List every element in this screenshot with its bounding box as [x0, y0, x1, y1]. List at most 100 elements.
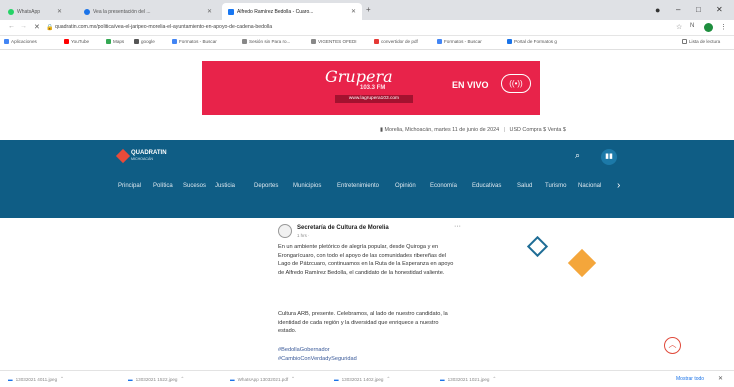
new-tab-button[interactable]: +	[366, 5, 371, 14]
close-window-button[interactable]: ✕	[716, 5, 723, 14]
nav-item[interactable]: Justicia	[215, 183, 235, 189]
bookmark-label: Formatos - Buscar	[179, 39, 217, 44]
banner-freq: 103.3 FM	[360, 85, 386, 91]
pdf-icon	[374, 39, 379, 44]
banner-url: www.lagrupera103.com	[335, 95, 413, 103]
tab-label: Vea la presentación del ...	[93, 8, 151, 15]
apps-icon	[4, 39, 9, 44]
grid-icon	[507, 39, 512, 44]
post-hashtags[interactable]: #BedollaGobernador #CambioConVerdadySegu…	[278, 346, 458, 363]
maps-icon	[106, 39, 111, 44]
bookmark-item[interactable]: YouTube	[64, 39, 89, 44]
radio-ad-banner[interactable]: Grupera 103.3 FM www.lagrupera103.com EN…	[202, 61, 540, 115]
close-icon[interactable]: ✕	[351, 8, 356, 15]
tab-label: Alfredo Ramírez Bedolla - Cuaro...	[237, 8, 314, 15]
download-filename: 13032021 1402.jpeg	[341, 376, 384, 382]
tab-alfredo[interactable]: Alfredo Ramírez Bedolla - Cuaro... ✕	[222, 3, 362, 20]
bookmark-item[interactable]: google	[134, 39, 155, 44]
back-button[interactable]: ←	[8, 23, 15, 30]
close-icon[interactable]: ✕	[718, 375, 723, 382]
download-item[interactable]: ▬ 13032021 1522.jpeg ⌃	[128, 376, 184, 382]
bookmark-label: Sesión sin Para ro...	[249, 39, 291, 44]
reading-list-icon	[682, 39, 687, 44]
nav-item[interactable]: Salud	[517, 183, 532, 189]
google-g-icon	[172, 39, 177, 44]
bookmark-label: Aplicaciones	[11, 39, 37, 44]
download-item[interactable]: ▬ 13032021 1402.jpeg ⌃	[334, 376, 390, 382]
reading-list[interactable]: Lista de lectura	[682, 39, 720, 44]
chevron-up-icon[interactable]: ⌃	[493, 376, 497, 382]
profile-initial[interactable]: N	[690, 23, 694, 29]
bookmark-label: Formatos - Buscar	[444, 39, 482, 44]
nav-item[interactable]: Nacional	[578, 183, 601, 189]
bookmark-item[interactable]: Aplicaciones	[4, 39, 37, 44]
download-filename: 13032021 4011.jpeg	[15, 376, 58, 382]
bookmarks-bar: Aplicaciones YouTube Maps google Formato…	[0, 36, 734, 50]
bookmark-label: convertidor de pdf	[381, 39, 418, 44]
download-item[interactable]: ▬ 13032021 4011.jpeg ⌃	[8, 376, 64, 382]
nav-item[interactable]: Municipios	[293, 183, 321, 189]
url-field[interactable]: quadratin.com.mx/politica/vea-el-jaripeo…	[55, 24, 272, 30]
search-icon[interactable]: ⌕	[575, 150, 580, 161]
bookmark-item[interactable]: Maps	[106, 39, 124, 44]
chevron-right-icon[interactable]: ›	[617, 180, 620, 191]
chevron-up-icon[interactable]: ⌃	[291, 376, 295, 382]
maximize-button[interactable]: □	[696, 5, 701, 14]
nav-item[interactable]: Turismo	[545, 183, 566, 189]
bookmark-item[interactable]: convertidor de pdf	[374, 39, 418, 44]
download-item[interactable]: ▬ 13032021 1021.jpeg ⌃	[440, 376, 496, 382]
more-options-icon[interactable]: ···	[454, 223, 461, 230]
nav-item[interactable]: Economía	[430, 183, 457, 189]
nav-item[interactable]: Política	[153, 183, 173, 189]
close-icon[interactable]: ✕	[207, 8, 212, 15]
site-logo[interactable]: QUADRATIN MICHOACÁN	[115, 148, 167, 164]
bookmark-label: google	[141, 39, 155, 44]
avatar[interactable]	[704, 23, 713, 32]
tab-strip: WhatsApp ✕ Vea la presentación del ... ✕…	[0, 0, 734, 20]
bookmark-item[interactable]: VIGENTES OFEDI	[311, 39, 357, 44]
chevron-up-icon[interactable]: ⌃	[181, 376, 185, 382]
nav-item[interactable]: Educativas	[472, 183, 501, 189]
google-g-icon	[437, 39, 442, 44]
bookmark-item[interactable]: Formatos - Buscar	[172, 39, 217, 44]
nav-item[interactable]: Entretenimiento	[337, 183, 379, 189]
bookmark-item[interactable]: Formatos - Buscar	[437, 39, 482, 44]
bookmark-label: YouTube	[71, 39, 90, 44]
bookmark-item[interactable]: Sesión sin Para ro...	[242, 39, 290, 44]
image-file-icon: ▬	[128, 376, 133, 382]
bookmark-label: Portal de Formatos g	[514, 39, 557, 44]
close-icon[interactable]: ✕	[57, 8, 62, 15]
show-all-downloads-link[interactable]: Mostrar todo	[676, 376, 704, 382]
chevron-up-icon[interactable]: ⌃	[60, 376, 64, 382]
menu-toggle-icon[interactable]: ▮▮	[601, 149, 617, 165]
minimize-button[interactable]: –	[676, 5, 680, 14]
post-author[interactable]: Secretaría de Cultura de Morelia	[297, 225, 389, 231]
nav-item[interactable]: Principal	[118, 183, 141, 189]
site-nav: Principal Política Sucesos Justicia Depo…	[0, 176, 734, 198]
reload-button[interactable]: ✕	[34, 23, 40, 31]
chevron-up-icon[interactable]: ⌃	[387, 376, 391, 382]
bookmark-label: VIGENTES OFEDI	[318, 39, 357, 44]
nav-item[interactable]: Sucesos	[183, 183, 206, 189]
pin-icon	[242, 39, 247, 44]
image-file-icon: ▬	[440, 376, 445, 382]
download-filename: 13032021 1522.jpeg	[135, 376, 178, 382]
bookmark-item[interactable]: Portal de Formatos g	[507, 39, 557, 44]
logo-mark-icon	[115, 148, 131, 164]
date-currency-line: ▮ Morelia, Michoacán, martes 11 de junio…	[380, 127, 566, 133]
download-item[interactable]: ▬ WhatsApp 13032021.pdf ⌃	[230, 376, 295, 382]
download-filename: 13032021 1021.jpeg	[447, 376, 490, 382]
banner-brand: Grupera	[325, 67, 393, 86]
forward-button[interactable]: →	[20, 23, 27, 30]
avatar[interactable]	[278, 224, 292, 238]
nav-item[interactable]: Deportes	[254, 183, 278, 189]
tab-vea[interactable]: Vea la presentación del ... ✕	[78, 3, 218, 20]
post-time: 1 hrs ·	[297, 233, 310, 238]
tab-search-icon[interactable]: ●	[655, 5, 660, 15]
star-icon[interactable]: ☆	[676, 23, 682, 31]
scroll-top-button[interactable]: ︿	[664, 337, 681, 354]
tab-whatsapp[interactable]: WhatsApp ✕	[2, 3, 68, 20]
nav-item[interactable]: Opinión	[395, 183, 416, 189]
pdf-file-icon: ▬	[230, 376, 235, 382]
menu-icon[interactable]: ⋮	[720, 23, 727, 31]
